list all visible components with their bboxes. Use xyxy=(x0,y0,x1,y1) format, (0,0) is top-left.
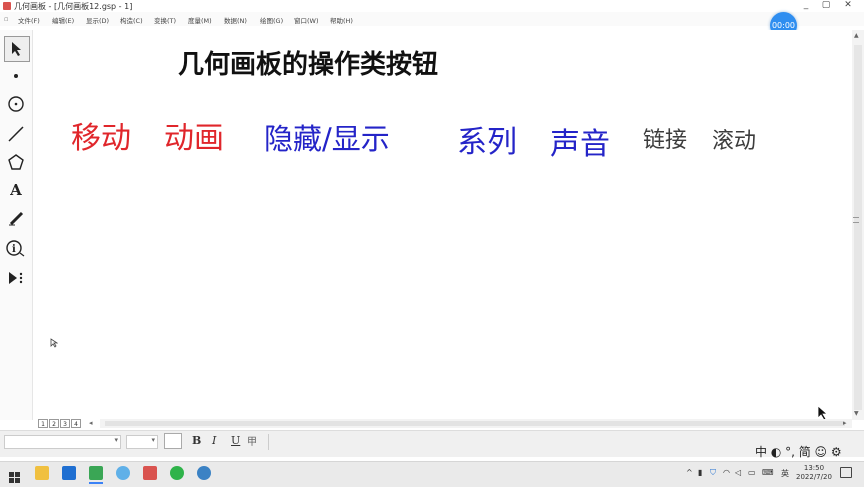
hide-show-button-label[interactable]: 隐藏/显示 xyxy=(264,116,390,158)
clock-time: 13:50 xyxy=(803,464,825,472)
menu-doc-icon[interactable]: ▫ xyxy=(4,15,8,23)
maximize-button[interactable]: ▢ xyxy=(818,0,834,11)
sound-button-label[interactable]: 声音 xyxy=(550,119,610,163)
minimize-button[interactable]: _ xyxy=(798,0,814,11)
custom-tool-icon[interactable] xyxy=(4,266,28,290)
system-clock[interactable]: 13:50 2022/7/20 xyxy=(796,464,832,482)
file-explorer-icon[interactable] xyxy=(35,466,49,480)
window-title: 几何画板 - [几何画板12.gsp - 1] xyxy=(14,2,133,11)
info-tool-icon[interactable]: i xyxy=(4,236,28,260)
menu-transform[interactable]: 变换(T) xyxy=(154,15,176,25)
menu-measure[interactable]: 度量(M) xyxy=(188,15,212,25)
notification-icon[interactable] xyxy=(840,467,852,478)
language-indicator[interactable]: 英 xyxy=(781,468,789,479)
network-app-icon[interactable] xyxy=(116,466,130,480)
battery-icon[interactable]: ▭ xyxy=(748,468,756,477)
tray-expand-icon[interactable]: ^ xyxy=(686,468,693,477)
page-heading: 几何画板的操作类按钮 xyxy=(178,50,439,80)
page-nav-left-icon[interactable]: ◂ xyxy=(89,419,93,427)
vertical-scroll-thumb[interactable] xyxy=(854,45,862,410)
toolbar-divider xyxy=(268,434,269,450)
menu-file[interactable]: 文件(F) xyxy=(18,15,40,25)
menu-help[interactable]: 帮助(H) xyxy=(330,15,353,25)
keyboard-icon[interactable]: ⌨ xyxy=(762,468,774,477)
menu-data[interactable]: 数据(N) xyxy=(224,15,247,25)
sigma-app-icon[interactable] xyxy=(62,466,76,480)
point-tool-icon[interactable] xyxy=(4,64,28,88)
font-family-select[interactable]: ▾ xyxy=(4,435,121,449)
pointer-cursor-icon xyxy=(50,333,59,352)
windows-start-icon[interactable] xyxy=(9,468,20,487)
menu-window[interactable]: 窗口(W) xyxy=(294,15,319,25)
title-bar: 几何画板 - [几何画板12.gsp - 1] _ ▢ ✕ xyxy=(0,0,864,12)
toolbox: A i xyxy=(0,30,33,420)
close-button[interactable]: ✕ xyxy=(840,0,856,11)
page-tab-4[interactable]: 4 xyxy=(71,419,81,428)
symbol-palette-icon[interactable]: 甲 xyxy=(247,433,257,448)
compass-tool-icon[interactable] xyxy=(4,92,28,116)
sketch-canvas[interactable] xyxy=(33,30,852,420)
series-button-label[interactable]: 系列 xyxy=(457,117,517,161)
wechat-icon[interactable] xyxy=(170,466,184,480)
page-tab-3[interactable]: 3 xyxy=(60,419,70,428)
scroll-button-label[interactable]: 滚动 xyxy=(712,123,756,155)
menu-bar: ▫ 文件(F) 编辑(E) 显示(D) 构造(C) 变换(T) 度量(M) 数据… xyxy=(0,12,864,26)
line-tool-icon[interactable] xyxy=(4,122,28,146)
scroll-down-icon[interactable]: ▼ xyxy=(854,410,859,417)
menu-edit[interactable]: 编辑(E) xyxy=(52,15,74,25)
menu-display[interactable]: 显示(D) xyxy=(86,15,109,25)
scroll-right-icon[interactable]: ▸ xyxy=(843,419,847,427)
media-app-icon[interactable] xyxy=(197,466,211,480)
font-size-select[interactable]: ▾ xyxy=(126,435,158,449)
svg-text:i: i xyxy=(12,244,16,255)
menu-graph[interactable]: 绘图(G) xyxy=(260,15,283,25)
app-icon xyxy=(3,2,11,10)
italic-button[interactable]: I xyxy=(212,434,216,447)
wifi-icon[interactable]: ◠ xyxy=(723,468,730,477)
bold-button[interactable]: B xyxy=(192,434,201,447)
browser-icon[interactable] xyxy=(89,466,103,480)
active-app-indicator xyxy=(89,482,103,484)
ime-status-bar[interactable]: 中 ◐ °, 简 ☺ ⚙ xyxy=(755,443,842,460)
horizontal-scroll-thumb[interactable] xyxy=(105,421,845,426)
move-button-label[interactable]: 移动 xyxy=(71,113,131,157)
arrow-tool-icon[interactable] xyxy=(4,36,30,62)
polygon-tool-icon[interactable] xyxy=(4,150,28,174)
text-tool-icon[interactable]: A xyxy=(4,178,28,202)
marker-tool-icon[interactable] xyxy=(4,206,28,230)
page-tab-1[interactable]: 1 xyxy=(38,419,48,428)
mic-icon[interactable]: ▮ xyxy=(698,468,702,477)
animate-button-label[interactable]: 动画 xyxy=(164,113,224,157)
vertical-grip-icon xyxy=(853,217,859,223)
geometry-app-icon[interactable] xyxy=(143,466,157,480)
page-tab-2[interactable]: 2 xyxy=(49,419,59,428)
volume-icon[interactable]: ◁ xyxy=(735,468,741,477)
link-button-label[interactable]: 链接 xyxy=(643,122,687,154)
text-color-swatch[interactable] xyxy=(164,433,182,449)
clock-date: 2022/7/20 xyxy=(796,473,832,481)
underline-button[interactable]: U xyxy=(231,434,240,447)
menu-construct[interactable]: 构造(C) xyxy=(120,15,143,25)
scroll-up-icon[interactable]: ▲ xyxy=(854,32,859,39)
security-icon[interactable]: ⛉ xyxy=(710,468,716,478)
